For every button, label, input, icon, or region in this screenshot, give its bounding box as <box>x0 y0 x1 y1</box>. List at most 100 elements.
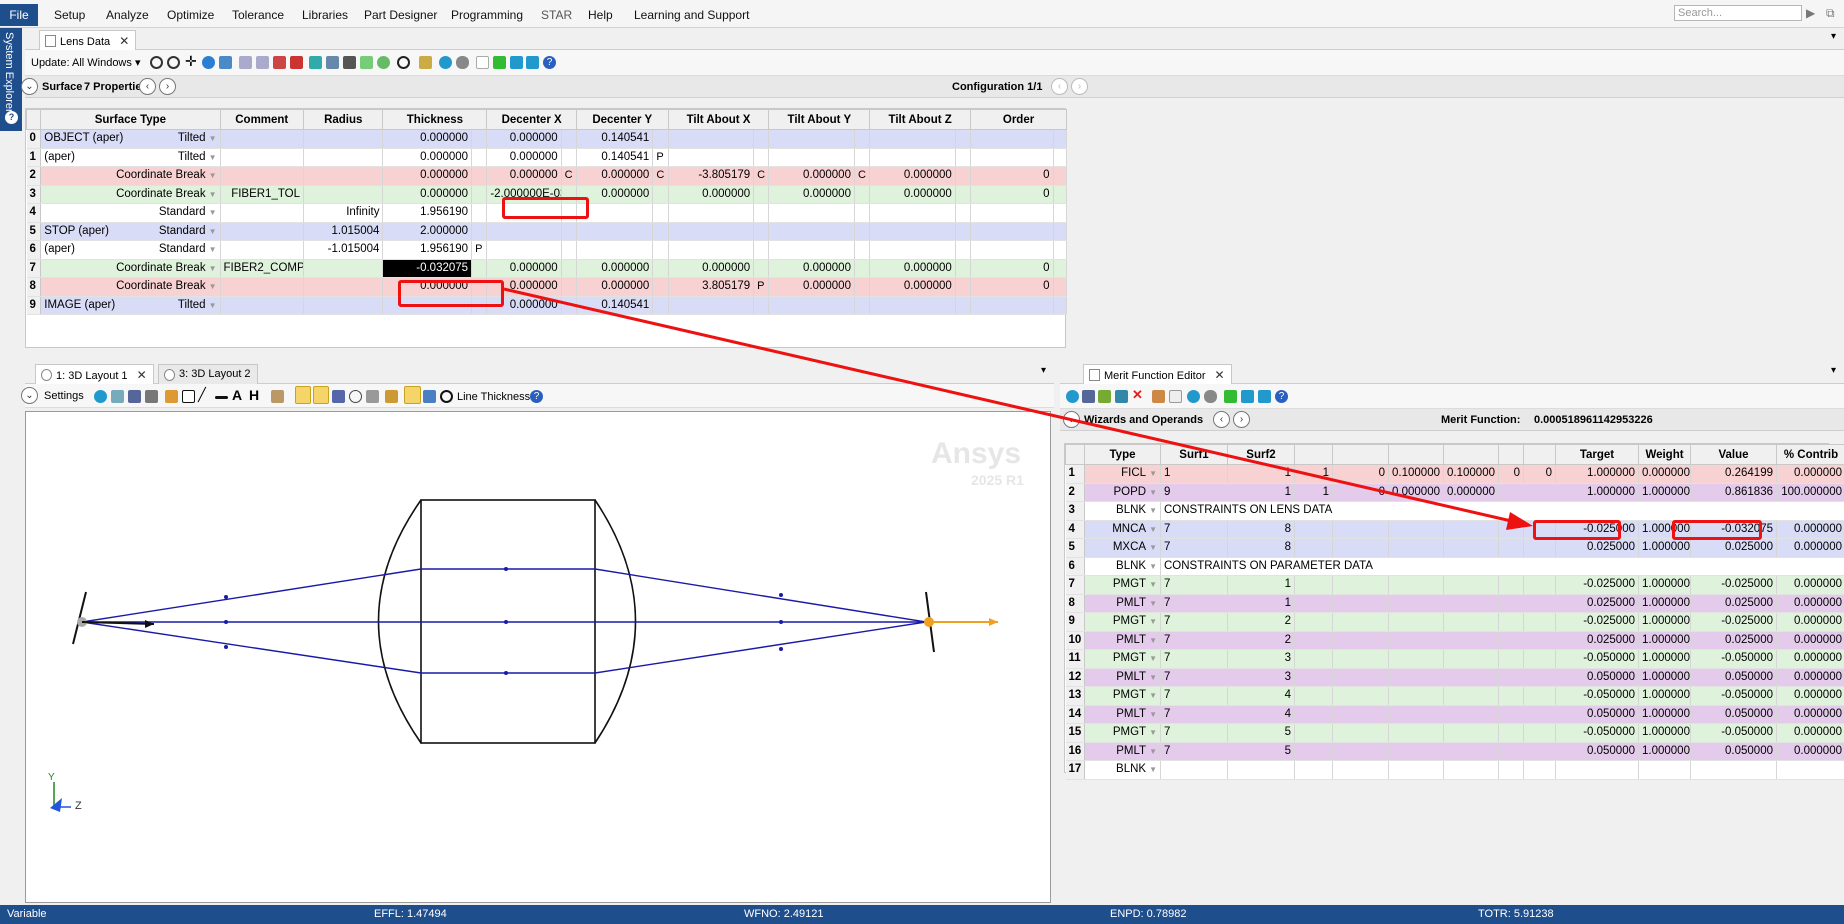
operand-index[interactable]: 4 <box>1065 520 1085 539</box>
decenter-x-solve[interactable] <box>561 296 577 315</box>
decenter-y-solve[interactable] <box>652 296 669 315</box>
contrib-cell[interactable]: 0.000000 <box>1776 742 1844 761</box>
pivot-icon[interactable] <box>343 56 356 69</box>
contrib-cell[interactable]: 0.000000 <box>1776 686 1844 706</box>
menu-file[interactable]: File <box>0 4 38 26</box>
param-cell[interactable] <box>1443 686 1499 706</box>
update-dropdown[interactable]: Update: All Windows ▾ <box>31 56 140 69</box>
target-cell[interactable] <box>1555 760 1639 780</box>
surface-row[interactable]: 5 STOP (aper) Standard ▼ 1.015004 2.000000 <box>26 222 1068 241</box>
refresh-icon[interactable] <box>439 56 452 69</box>
param-cell[interactable] <box>1498 631 1524 650</box>
operand-index[interactable]: 16 <box>1065 742 1085 761</box>
weight-cell[interactable]: 1.000000 <box>1638 483 1691 502</box>
order-solve[interactable] <box>1053 240 1068 260</box>
tilt-y-solve[interactable] <box>854 240 871 260</box>
dropdown-icon[interactable]: ▼ <box>1149 691 1157 700</box>
order-cell[interactable] <box>970 203 1054 223</box>
dropdown-icon[interactable]: ▼ <box>209 208 217 217</box>
param-cell[interactable] <box>1523 631 1556 650</box>
help-icon[interactable]: ? <box>1275 390 1288 403</box>
surf2-cell[interactable]: 4 <box>1227 705 1295 724</box>
convert-icon[interactable] <box>493 56 506 69</box>
surface-index[interactable]: 1 <box>26 148 42 167</box>
operand-row[interactable]: 3 BLNK ▼ CONSTRAINTS ON LENS DATA <box>1065 501 1844 521</box>
menu-analyze[interactable]: Analyze <box>106 8 149 22</box>
dimension-icon[interactable]: H <box>249 387 262 403</box>
operand-type-cell[interactable]: PMGT ▼ <box>1084 723 1161 743</box>
surf1-cell[interactable]: 1 <box>1160 464 1228 484</box>
param-cell[interactable] <box>1294 723 1333 743</box>
tilt-x-cell[interactable] <box>668 296 755 315</box>
dropdown-icon[interactable]: ▼ <box>1149 599 1157 608</box>
operand-row[interactable]: 16 PMLT ▼ 7 5 0.050000 1.000000 0.050000 0.00000… <box>1065 742 1844 761</box>
operand-index[interactable]: 6 <box>1065 557 1085 576</box>
settings-button[interactable]: Settings <box>44 390 84 402</box>
help-icon[interactable]: ? <box>543 56 556 69</box>
operand-type-cell[interactable]: BLNK ▼ <box>1084 760 1161 780</box>
radius-cell[interactable] <box>303 148 384 167</box>
param-cell[interactable] <box>1498 686 1524 706</box>
surface-row[interactable]: 0 OBJECT (aper) Tilted ▼ 0.000000 0.000000 0.1… <box>26 129 1068 149</box>
param-cell[interactable] <box>1498 612 1524 632</box>
operand-row[interactable]: 5 MXCA ▼ 7 8 0.025000 1.000000 0.025000 0.000000 <box>1065 538 1844 558</box>
contrib-cell[interactable]: 0.000000 <box>1776 668 1844 687</box>
operand-type-cell[interactable]: PMGT ▼ <box>1084 612 1161 632</box>
next-icon[interactable] <box>526 56 539 69</box>
param-cell[interactable] <box>1294 686 1333 706</box>
comment-cell[interactable] <box>220 277 305 297</box>
param-cell[interactable] <box>1523 483 1556 502</box>
contrib-cell[interactable]: 0.000000 <box>1776 538 1844 558</box>
param-cell[interactable]: 0 <box>1523 464 1556 484</box>
surface-row[interactable]: 9 IMAGE (aper) Tilted ▼ -0.000000 0.140541 <box>26 296 1068 315</box>
tilt-x-solve[interactable] <box>753 222 770 241</box>
thickness-solve[interactable] <box>471 222 488 241</box>
window-icon[interactable] <box>423 390 436 403</box>
target-cell[interactable]: -0.025000 <box>1555 575 1639 595</box>
decenter-y-solve[interactable] <box>652 203 669 223</box>
surf2-cell[interactable]: 5 <box>1227 723 1295 743</box>
target-cell[interactable]: 0.050000 <box>1555 705 1639 724</box>
surf1-cell[interactable]: 7 <box>1160 594 1228 613</box>
weight-cell[interactable] <box>1638 760 1691 780</box>
toggle-icon[interactable] <box>456 56 469 69</box>
operand-index[interactable]: 5 <box>1065 538 1085 558</box>
param-cell[interactable] <box>1498 594 1524 613</box>
remove-icon[interactable] <box>290 56 303 69</box>
crosshair-icon[interactable]: ✛ <box>185 53 198 69</box>
decenter-x-cell[interactable] <box>486 222 562 241</box>
operand-index[interactable]: 14 <box>1065 705 1085 724</box>
col-header-surf2[interactable]: Surf2 <box>1227 444 1295 465</box>
operand-row[interactable]: 2 POPD ▼ 9 1 1 0 0.000000 0.000000 1.000000 1.0000… <box>1065 483 1844 502</box>
surface-row[interactable]: 6 (aper) Standard ▼ -1.015004 1.956190 P <box>26 240 1068 260</box>
param-cell[interactable] <box>1443 575 1499 595</box>
tilt-z-solve[interactable] <box>955 148 972 167</box>
contrib-cell[interactable]: 0.000000 <box>1776 575 1844 595</box>
param-cell[interactable] <box>1294 649 1333 669</box>
wizard-icon[interactable] <box>1152 390 1165 403</box>
save-icon[interactable] <box>1082 390 1095 403</box>
param-cell[interactable] <box>1388 723 1444 743</box>
thickness-cell[interactable]: 1.956190 <box>382 203 473 223</box>
decenter-x-cell[interactable]: 0.000000 <box>486 148 562 167</box>
param-cell[interactable] <box>1332 520 1389 539</box>
menu-learning-support[interactable]: Learning and Support <box>634 8 749 22</box>
contrib-cell[interactable]: 0.000000 <box>1776 631 1844 650</box>
operand-type-cell[interactable]: PMLT ▼ <box>1084 668 1161 687</box>
surf2-cell[interactable]: 8 <box>1227 520 1295 539</box>
param-cell[interactable] <box>1332 575 1389 595</box>
decenter-y-solve[interactable] <box>652 240 669 260</box>
tilt-z-solve[interactable] <box>955 240 972 260</box>
line-icon[interactable]: ╱ <box>198 387 211 402</box>
copy-icon[interactable] <box>111 390 124 403</box>
target-cell[interactable]: -0.050000 <box>1555 686 1639 706</box>
param-cell[interactable] <box>1332 612 1389 632</box>
col-header-value[interactable]: Value <box>1690 444 1777 465</box>
next-icon[interactable] <box>1258 390 1271 403</box>
operand-row[interactable]: 11 PMGT ▼ 7 3 -0.050000 1.000000 -0.050000 0.000… <box>1065 649 1844 669</box>
target-cell[interactable]: 0.025000 <box>1555 631 1639 650</box>
thickness-cell[interactable]: 2.000000 <box>382 222 473 241</box>
operand-type-cell[interactable]: MXCA ▼ <box>1084 538 1161 558</box>
lens-icon[interactable] <box>273 56 286 69</box>
update-icon[interactable] <box>150 56 163 69</box>
